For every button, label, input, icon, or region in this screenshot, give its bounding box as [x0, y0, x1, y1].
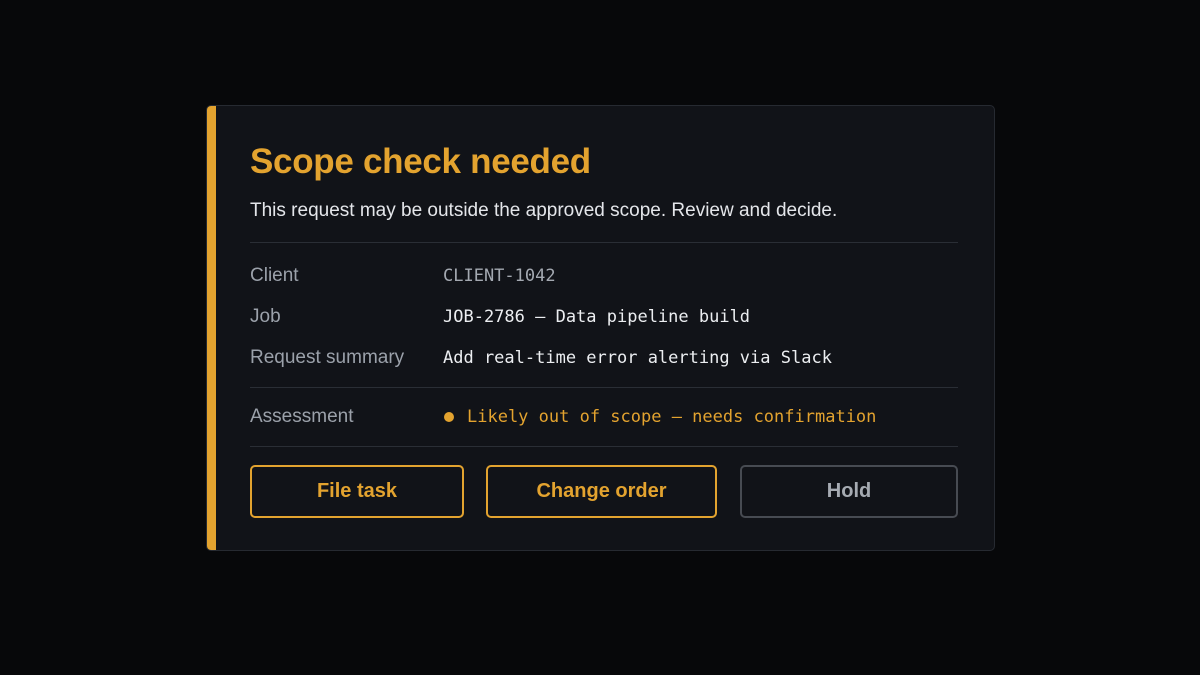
assessment-label: Assessment [250, 406, 354, 427]
file-task-button[interactable]: File task [250, 465, 464, 518]
card-subtitle: This request may be outside the approved… [250, 200, 838, 221]
detail-row-job: Job JOB-2786 — Data pipeline build [250, 306, 958, 328]
accent-bar [207, 106, 216, 550]
request-summary-label: Request summary [250, 347, 405, 368]
change-order-button[interactable]: Change order [486, 465, 717, 518]
request-summary-value: Add real-time error alerting via Slack [443, 348, 832, 368]
job-label: Job [250, 306, 281, 327]
hold-button[interactable]: Hold [740, 465, 958, 518]
divider-top [250, 242, 958, 243]
client-value: CLIENT-1042 [443, 266, 556, 286]
divider-middle [250, 387, 958, 388]
scope-check-card: Scope check needed This request may be o… [206, 105, 995, 551]
job-value: JOB-2786 — Data pipeline build [443, 307, 751, 327]
warning-dot-icon [444, 412, 454, 422]
assessment-value: Likely out of scope — needs confirmation [467, 407, 877, 427]
client-label: Client [250, 265, 299, 286]
card-title: Scope check needed [250, 142, 591, 181]
divider-bottom [250, 446, 958, 447]
detail-row-request-summary: Request summary Add real-time error aler… [250, 347, 958, 369]
assessment-row: Assessment Likely out of scope — needs c… [250, 406, 958, 428]
detail-row-client: Client CLIENT-1042 [250, 265, 958, 287]
